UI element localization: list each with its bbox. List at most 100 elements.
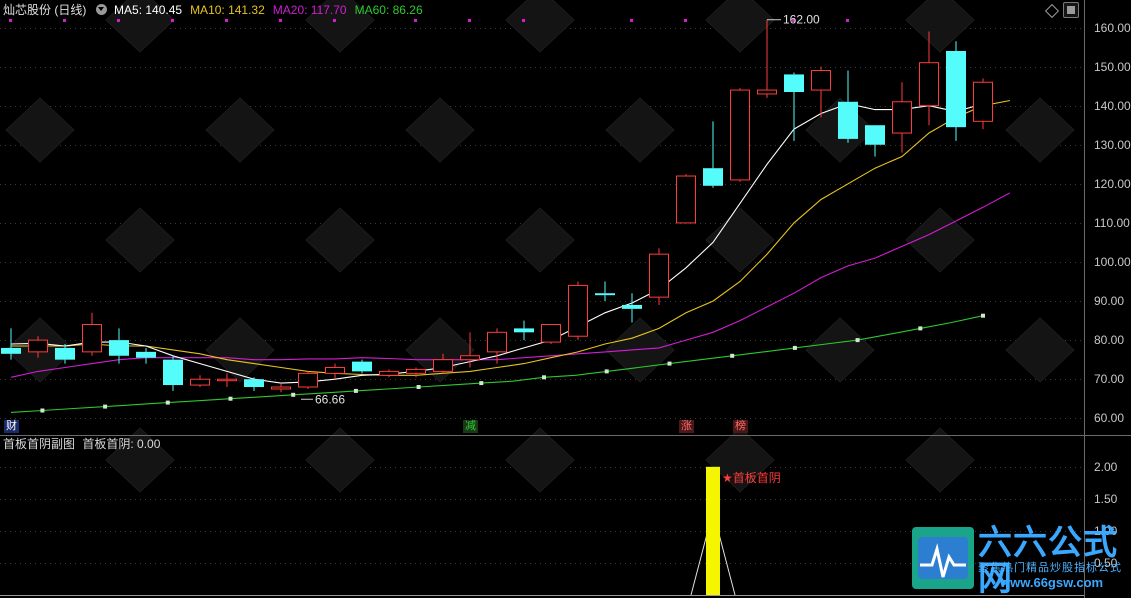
event-dot [9,19,12,22]
ma60-marker [981,313,985,318]
candle-body [163,359,183,386]
ma60-marker [40,408,45,413]
candle-body [838,101,858,139]
price-tick-label: 130.00 [1094,137,1131,152]
ma-legend-item: MA20: 117.70 [272,3,347,17]
sub-tick-label: 2.00 [1094,459,1118,474]
candle-body [568,284,588,337]
candle-body [514,328,534,333]
ma60-marker [542,375,546,380]
event-dot [333,19,336,22]
ma-legend-item: MA10: 141.32 [190,3,265,17]
price-tick-label: 60.00 [1094,411,1125,426]
signal-label: ★首板首阴 [722,471,781,485]
chart-header: 灿芯股份 (日线) MA5: 140.45 MA10: 141.32 MA20: 1… [3,3,431,17]
candle-body [433,359,453,372]
sub-chart-value: 首板首阴: 0.00 [82,437,161,451]
event-marker[interactable]: 减 [463,420,478,433]
signal-bar [706,466,720,595]
sub-tick-label: 1.50 [1094,491,1118,506]
ma60-marker [604,369,609,374]
candle-body [460,355,480,361]
event-dot [522,19,525,22]
candle-body [136,351,156,358]
price-tick-label: 140.00 [1094,98,1131,113]
candle-body [217,378,237,382]
eye-icon[interactable] [95,4,107,15]
sub-chart-title[interactable]: 首板首阴副图 [3,437,75,451]
candle-body [676,175,696,224]
candle-body [946,50,966,128]
ma60-marker [228,396,233,401]
event-dot [630,19,633,22]
event-dot [171,19,174,22]
candle-body [595,293,615,296]
candle-body [919,62,939,107]
window-toggle-icon[interactable] [1063,2,1079,18]
candle-body [811,70,831,91]
ma60-marker [103,404,108,409]
candle-body [406,368,426,374]
site-url: www.66gsw.com [1000,575,1104,590]
candle-body [649,253,669,298]
event-dot [225,19,228,22]
ma60-marker [291,392,296,397]
event-dot [279,19,282,22]
price-tick-label: 110.00 [1094,215,1130,230]
price-tick-label: 100.00 [1094,254,1131,269]
site-slogan: 聚焦热门精品炒股指标公式 [978,562,1122,574]
ma60-marker [479,381,484,386]
price-tick-label: 80.00 [1094,333,1125,348]
event-marker[interactable]: 涨 [679,420,694,433]
ma-legend-item: MA5: 140.45 [114,3,183,17]
price-tick-label: 120.00 [1094,176,1131,191]
event-marker[interactable]: 财 [4,420,19,433]
event-dot [414,19,417,22]
candle-body [325,366,345,374]
candle-body [109,340,129,356]
candle-body [1,347,21,354]
candle-body [298,372,318,388]
ma60-marker [416,385,421,389]
heartbeat-icon [918,537,968,579]
main-chart[interactable]: 162.00 66.66 ★首板首阴 [0,0,1131,598]
event-dot [846,19,849,22]
ma60-marker [353,388,358,393]
candle-body [757,89,777,95]
ma60-marker [730,353,735,358]
ma60-marker [165,400,170,405]
site-logo [912,527,974,589]
candle-body [271,386,291,390]
sub-chart-header: 首板首阴副图 首板首阴: 0.00 [3,437,160,451]
candle-body [28,339,48,353]
ma60-marker [667,361,672,366]
event-dot [63,19,66,22]
candle-body [190,378,210,386]
candle-body [973,81,993,122]
candle-body [730,89,750,181]
candle-body [865,125,885,145]
price-tick-label: 70.00 [1094,372,1125,387]
event-dot [684,19,687,22]
ma60-marker [918,326,923,331]
event-marker[interactable]: 榜 [733,420,748,433]
candle-body [55,347,75,360]
candle-body [82,324,102,353]
candle-body [541,324,561,343]
candle-body [244,379,264,388]
candle-body [487,331,507,353]
candle-body [352,361,372,372]
high-label: 162.00 [783,13,820,27]
candle-body [379,370,399,376]
stock-name[interactable]: 灿芯股份 (日线) [3,3,86,17]
ma-legend-item: MA60: 86.26 [354,3,423,17]
candle-body [703,168,723,186]
price-tick-label: 160.00 [1094,20,1131,35]
ma60-marker [855,338,860,343]
price-tick-label: 150.00 [1094,59,1131,74]
ma60-marker [792,345,797,350]
event-dot [117,19,120,22]
ma-legend: MA5: 140.45 MA10: 141.32 MA20: 117.70 MA60:… [114,3,431,17]
low-label: 66.66 [315,392,345,406]
event-dot [468,19,471,22]
